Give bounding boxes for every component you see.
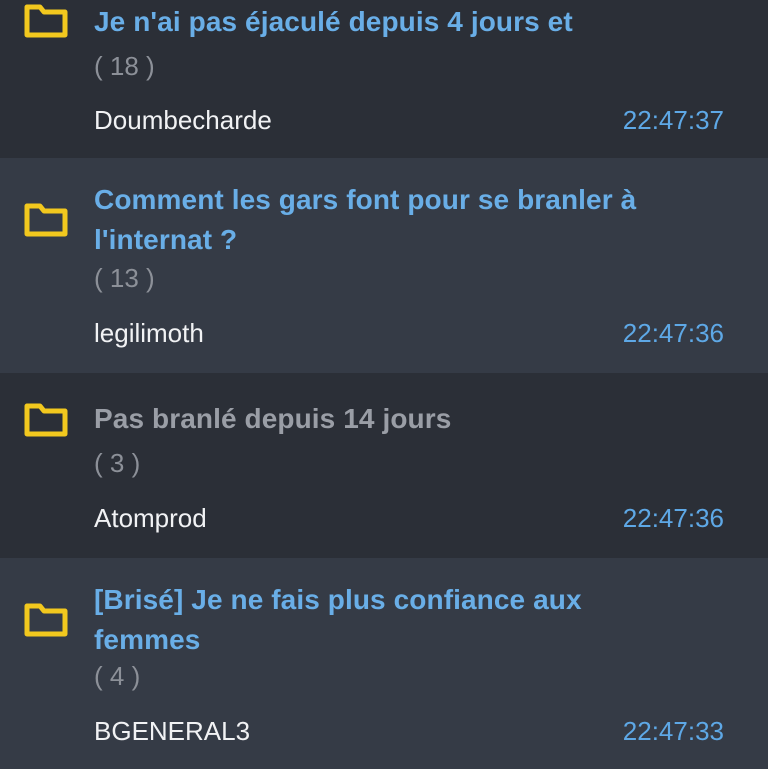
folder-icon: [24, 603, 68, 637]
topic-title[interactable]: Comment les gars font pour se branler à …: [94, 180, 714, 260]
topic-author[interactable]: Atomprod: [94, 502, 207, 534]
topic-title[interactable]: Je n'ai pas éjaculé depuis 4 jours et: [94, 2, 714, 42]
topic-timestamp: 22:47:36: [622, 318, 724, 348]
topic-author[interactable]: legilimoth: [94, 317, 204, 349]
topic-reply-count: ( 18 ): [94, 51, 155, 81]
folder-icon: [24, 203, 68, 237]
topic-title[interactable]: Pas branlé depuis 14 jours: [94, 399, 714, 439]
topic-timestamp: 22:47:37: [622, 105, 724, 135]
topic-list: Je n'ai pas éjaculé depuis 4 jours et ( …: [0, 0, 768, 769]
folder-icon: [24, 403, 68, 437]
topic-timestamp: 22:47:36: [622, 503, 724, 533]
topic-row[interactable]: [Brisé] Je ne fais plus confiance aux fe…: [0, 558, 768, 769]
topic-author[interactable]: Doumbecharde: [94, 104, 272, 136]
topic-reply-count: ( 13 ): [94, 263, 155, 293]
topic-row[interactable]: Comment les gars font pour se branler à …: [0, 158, 768, 373]
topic-title[interactable]: [Brisé] Je ne fais plus confiance aux fe…: [94, 580, 714, 660]
topic-row[interactable]: Je n'ai pas éjaculé depuis 4 jours et ( …: [0, 0, 768, 158]
topic-timestamp: 22:47:33: [622, 716, 724, 746]
topic-author[interactable]: BGENERAL3: [94, 715, 250, 747]
topic-row[interactable]: Pas branlé depuis 14 jours ( 3 ) Atompro…: [0, 373, 768, 558]
topic-reply-count: ( 3 ): [94, 448, 141, 478]
folder-icon: [24, 4, 68, 38]
topic-reply-count: ( 4 ): [94, 661, 141, 691]
